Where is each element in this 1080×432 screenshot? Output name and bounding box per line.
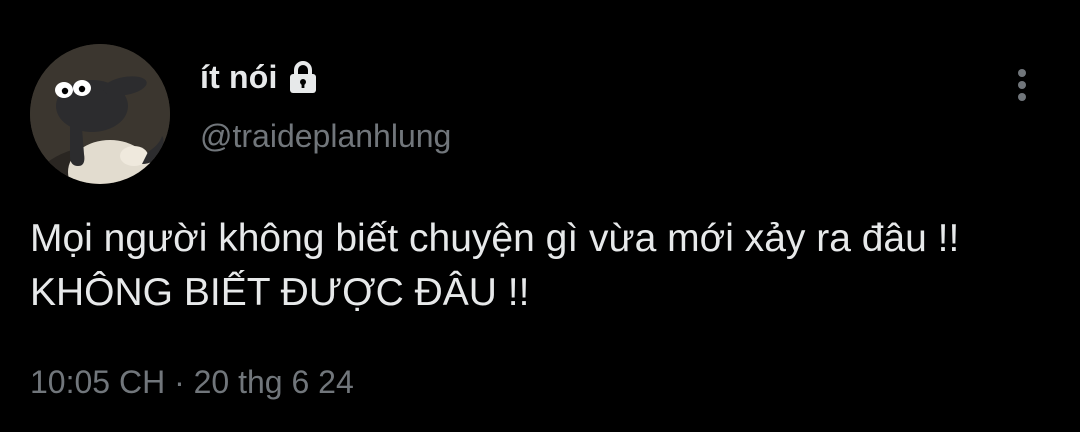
tweet-date: 20 thg 6 24 bbox=[193, 364, 354, 400]
more-options-button[interactable] bbox=[1000, 60, 1044, 110]
user-handle[interactable]: @traideplanhlung bbox=[200, 118, 451, 155]
sheep-avatar-icon bbox=[30, 44, 170, 184]
display-name[interactable]: ít nói bbox=[200, 59, 278, 96]
tweet-text: Mọi người không biết chuyện gì vừa mới x… bbox=[30, 217, 960, 314]
more-vertical-icon bbox=[1018, 69, 1026, 101]
avatar[interactable] bbox=[30, 44, 170, 184]
timestamp-separator: · bbox=[174, 364, 185, 400]
tweet-time: 10:05 CH bbox=[30, 364, 166, 400]
tweet-card: ít nói @traideplanhlung Mọi người không … bbox=[0, 0, 1080, 432]
user-name-row: ít nói bbox=[200, 54, 318, 100]
tweet-timestamp[interactable]: 10:05 CH · 20 thg 6 24 bbox=[30, 364, 354, 401]
lock-icon bbox=[288, 60, 318, 94]
